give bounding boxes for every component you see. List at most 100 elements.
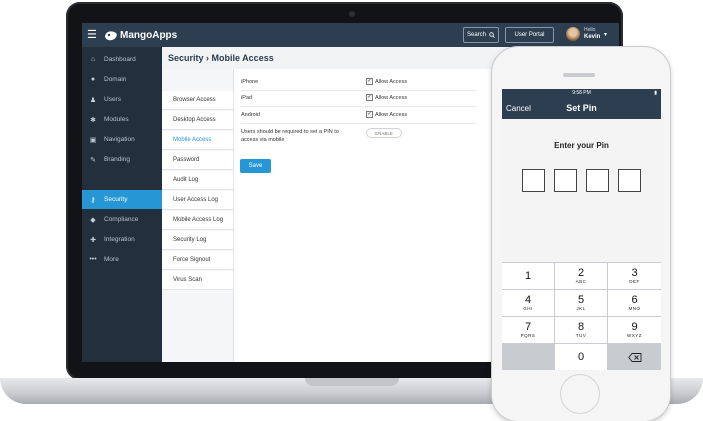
key-1[interactable]: 1 [502,263,554,289]
chevron-down-icon[interactable]: ▾ [604,31,607,38]
pin-entry-area: Enter your Pin [502,119,661,262]
device-label: iPad [241,95,253,101]
user-name[interactable]: Kevin [584,34,600,40]
logo: MangoApps [104,26,177,44]
key-letters: TUV [575,332,587,338]
pin-digit-box[interactable] [618,169,641,192]
sidebar-item-users[interactable]: ♟ Users [82,90,162,109]
subnav-force-signout[interactable]: Force Signout [162,251,233,270]
status-time: 9:58 PM [572,90,591,96]
search-button[interactable]: Search [463,27,499,43]
key-digit: 5 [577,293,585,306]
hamburger-menu-icon[interactable]: ☰ [87,26,99,44]
checkbox-check-icon: ✓ [366,94,373,101]
sidebar-item-integration[interactable]: ✚ Integration [82,230,162,249]
key-blank [502,344,554,370]
modules-icon: ✱ [90,116,96,124]
key-9[interactable]: 9 WXYZ [608,317,661,343]
key-digit: 2 [577,266,585,279]
brush-icon: ✎ [90,156,96,164]
globe-icon: ● [90,76,96,83]
sidebar-item-label: Compliance [104,216,139,223]
key-letters: WXYZ [627,332,642,338]
device-label: iPhone [241,79,259,85]
sidebar-item-label: Users [104,96,121,103]
security-subnav: Browser Access Desktop Access Mobile Acc… [162,69,234,362]
key-letters: DEF [629,278,640,284]
navigation-icon: ▣ [89,136,97,144]
key-4[interactable]: 4 GHI [502,290,554,316]
sidebar-item-domain[interactable]: ● Domain [82,70,162,89]
hello-label: Hello [584,27,596,33]
save-button[interactable]: Save [240,159,271,173]
logo-text: MangoApps [120,29,178,41]
allow-access-checkbox[interactable]: ✓ Allow Access [366,111,407,118]
key-5[interactable]: 5 JKL [555,290,607,316]
subnav-security-log[interactable]: Security Log [162,231,233,250]
key-digit: 3 [631,266,638,279]
phone-home-button[interactable] [560,374,600,414]
sidebar-item-dashboard[interactable]: ⌂ Dashboard [82,50,162,69]
backspace-icon [627,352,641,362]
subnav-audit-log[interactable]: Audit Log [162,171,233,190]
checkbox-check-icon: ✓ [366,111,373,118]
subnav-browser-access[interactable]: Browser Access [162,91,233,110]
laptop-notch [305,378,399,386]
key-6[interactable]: 6 MNO [608,290,661,316]
key-letters: ABC [575,278,587,284]
access-row-ipad: iPad ✓ Allow Access [241,90,476,107]
allow-access-checkbox[interactable]: ✓ Allow Access [366,94,407,101]
sidebar-item-branding[interactable]: ✎ Branding [82,150,162,169]
search-label: Search [466,32,486,38]
status-bar: 9:58 PM ▮ [502,89,661,97]
subnav-mobile-access-log[interactable]: Mobile Access Log [162,211,233,230]
sidebar-item-security[interactable]: ⚷ Security [82,190,162,209]
subnav-user-access-log[interactable]: User Access Log [162,191,233,210]
key-digit: 4 [524,293,532,306]
subnav-virus-scan[interactable]: Virus Scan [162,271,233,290]
checkbox-check-icon: ✓ [366,78,373,85]
pin-digit-box[interactable] [586,169,609,192]
set-pin-title: Set Pin [566,103,597,113]
more-icon: ••• [89,256,97,263]
key-8[interactable]: 8 TUV [555,317,607,343]
phone-nav-bar: Cancel Set Pin [502,97,661,119]
subnav-mobile-access[interactable]: Mobile Access [162,131,233,150]
key-letters: JKL [576,305,586,311]
user-portal-button[interactable]: User Portal [505,27,554,43]
pin-digit-box[interactable] [522,169,545,192]
key-letters: GHI [523,305,533,311]
sidebar-item-label: Domain [104,76,127,83]
battery-icon: ▮ [654,90,657,96]
enable-pin-toggle[interactable]: ENABLE [366,128,402,138]
key-0[interactable]: 0 [555,344,607,370]
sidebar-item-label: Security [104,196,128,203]
subnav-desktop-access[interactable]: Desktop Access [162,111,233,130]
sidebar-item-label: Navigation [104,136,135,143]
avatar[interactable] [566,27,580,41]
key-digit: 9 [631,320,638,333]
key-2[interactable]: 2 ABC [555,263,607,289]
key-3[interactable]: 3 DEF [608,263,661,289]
key-7[interactable]: 7 PQRS [502,317,554,343]
top-bar: ☰ MangoApps Search User Portal Hello Kev… [82,23,619,47]
shield-icon: ◆ [90,216,96,224]
phone-speaker [563,73,595,77]
checkbox-label: Allow Access [375,78,408,85]
backspace-key[interactable] [608,344,661,370]
pin-requirement-label: Users should be required to set a PIN to… [241,129,339,143]
sidebar-item-label: Integration [104,236,135,243]
subnav-password[interactable]: Password [162,151,233,170]
enter-pin-prompt: Enter your Pin [554,141,609,150]
sidebar-item-navigation[interactable]: ▣ Navigation [82,130,162,149]
pin-digit-box[interactable] [554,169,577,192]
sidebar-item-more[interactable]: ••• More [82,250,162,269]
sidebar-item-modules[interactable]: ✱ Modules [82,110,162,129]
sidebar-item-label: Branding [104,156,131,163]
user-icon: ♟ [89,96,97,104]
key-letters: PQRS [520,332,536,338]
laptop-camera [349,11,355,17]
sidebar-item-compliance[interactable]: ◆ Compliance [82,210,162,229]
allow-access-checkbox[interactable]: ✓ Allow Access [366,78,407,85]
checkbox-label: Allow Access [375,111,408,118]
